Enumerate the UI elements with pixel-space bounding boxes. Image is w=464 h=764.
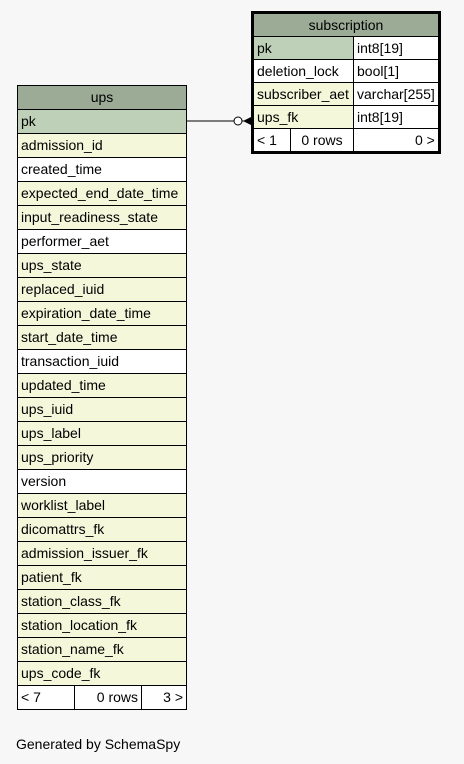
ups-column-name: ups_label bbox=[17, 421, 187, 446]
ups-column-row: station_name_fk bbox=[17, 637, 187, 662]
ups-column-name: ups_state bbox=[17, 253, 187, 278]
subscription-column-type: int8[19] bbox=[353, 36, 440, 60]
ups-column-row: version bbox=[17, 469, 187, 494]
ups-column-row: ups_iuid bbox=[17, 397, 187, 422]
ups-table-footer: < 7 0 rows 3 > bbox=[17, 685, 187, 710]
subscription-column-name: ups_fk bbox=[252, 105, 354, 129]
subscription-column-row: deletion_lock bool[1] bbox=[252, 59, 440, 83]
fk-crowfoot-marker bbox=[243, 117, 251, 125]
ups-column-row: ups_code_fk bbox=[17, 661, 187, 686]
subscription-column-row: pk int8[19] bbox=[252, 36, 440, 60]
ups-column-row: admission_issuer_fk bbox=[17, 541, 187, 566]
ups-column-row: ups_label bbox=[17, 421, 187, 446]
ups-column-row: patient_fk bbox=[17, 565, 187, 590]
ups-column-name: dicomattrs_fk bbox=[17, 517, 187, 542]
ups-column-row: created_time bbox=[17, 157, 187, 182]
ups-column-name: station_location_fk bbox=[17, 613, 187, 638]
subscription-column-type: bool[1] bbox=[353, 59, 440, 83]
ups-column-row: updated_time bbox=[17, 373, 187, 398]
subscription-column-type: int8[19] bbox=[353, 105, 440, 129]
ups-column-row: start_date_time bbox=[17, 325, 187, 350]
ups-column-row: ups_priority bbox=[17, 445, 187, 470]
ups-column-name: patient_fk bbox=[17, 565, 187, 590]
ups-column-row: station_location_fk bbox=[17, 613, 187, 638]
subscription-column-name: deletion_lock bbox=[252, 59, 354, 83]
fk-optional-marker bbox=[233, 116, 243, 126]
ups-column-name: expiration_date_time bbox=[17, 301, 187, 326]
ups-column-row: ups_state bbox=[17, 253, 187, 278]
ups-column-name: pk bbox=[17, 109, 187, 134]
ups-column-name: ups_priority bbox=[17, 445, 187, 470]
ups-column-name: ups_code_fk bbox=[17, 661, 187, 686]
ups-column-row: station_class_fk bbox=[17, 589, 187, 614]
subscription-column-name: subscriber_aet bbox=[252, 82, 354, 106]
subscription-column-row: ups_fk int8[19] bbox=[252, 105, 440, 129]
subscription-table-footer: < 1 0 rows 0 > bbox=[252, 128, 440, 153]
ups-column-name: replaced_iuid bbox=[17, 277, 187, 302]
ups-column-row: admission_id bbox=[17, 133, 187, 158]
ups-column-row: transaction_iuid bbox=[17, 349, 187, 374]
ups-column-name: transaction_iuid bbox=[17, 349, 187, 374]
subscription-column-type: varchar[255] bbox=[353, 82, 440, 106]
ups-column-row: performer_aet bbox=[17, 229, 187, 254]
ups-column-row: dicomattrs_fk bbox=[17, 517, 187, 542]
ups-column-row: input_readiness_state bbox=[17, 205, 187, 230]
subscription-parents-count: < 1 bbox=[252, 128, 291, 153]
ups-column-name: version bbox=[17, 469, 187, 494]
ups-column-name: created_time bbox=[17, 157, 187, 182]
ups-column-name: ups_iuid bbox=[17, 397, 187, 422]
ups-table-title: ups bbox=[17, 85, 187, 110]
ups-children-count: 3 > bbox=[141, 685, 187, 710]
ups-column-name: station_name_fk bbox=[17, 637, 187, 662]
ups-column-name: expected_end_date_time bbox=[17, 181, 187, 206]
subscription-row-count: 0 rows bbox=[290, 128, 354, 153]
ups-column-name: input_readiness_state bbox=[17, 205, 187, 230]
subscription-table: subscription pk int8[19] deletion_lock bool… bbox=[251, 11, 441, 154]
ups-column-name: admission_id bbox=[17, 133, 187, 158]
subscription-children-count: 0 > bbox=[353, 128, 440, 153]
ups-parents-count: < 7 bbox=[17, 685, 75, 710]
ups-table: ups pk admission_id created_time expected_e… bbox=[17, 85, 187, 710]
ups-column-name: start_date_time bbox=[17, 325, 187, 350]
ups-row-count: 0 rows bbox=[74, 685, 142, 710]
ups-column-name: updated_time bbox=[17, 373, 187, 398]
ups-column-row: pk bbox=[17, 109, 187, 134]
ups-column-name: performer_aet bbox=[17, 229, 187, 254]
subscription-column-row: subscriber_aet varchar[255] bbox=[252, 82, 440, 106]
ups-column-row: expiration_date_time bbox=[17, 301, 187, 326]
ups-column-row: expected_end_date_time bbox=[17, 181, 187, 206]
subscription-column-name: pk bbox=[252, 36, 354, 60]
ups-column-name: admission_issuer_fk bbox=[17, 541, 187, 566]
ups-column-row: replaced_iuid bbox=[17, 277, 187, 302]
ups-column-name: station_class_fk bbox=[17, 589, 187, 614]
generated-by-label: Generated by SchemaSpy bbox=[16, 736, 181, 752]
subscription-table-title: subscription bbox=[252, 12, 440, 37]
ups-column-row: worklist_label bbox=[17, 493, 187, 518]
ups-column-name: worklist_label bbox=[17, 493, 187, 518]
